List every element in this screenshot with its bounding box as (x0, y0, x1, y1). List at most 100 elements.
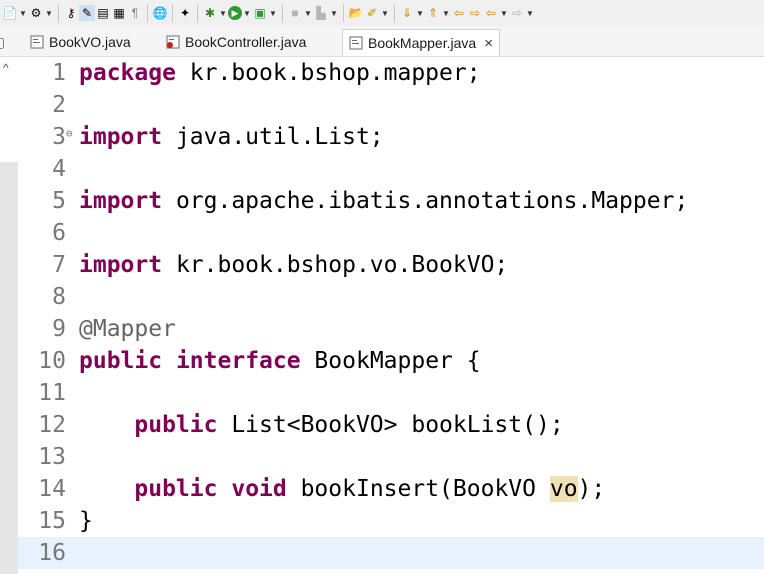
forward-dropdown[interactable]: ▼ (525, 9, 535, 18)
code-line[interactable]: 2 (18, 89, 764, 121)
code-text: package kr.book.bshop.mapper; (79, 57, 481, 89)
line-number: 6 (52, 220, 66, 246)
code-editor[interactable]: 1 package kr.book.bshop.mapper; 2 3 ⊖ import … (18, 57, 764, 574)
code-text: import java.util.List; (79, 121, 384, 153)
code-line[interactable]: 9 @Mapper (18, 313, 764, 345)
java-interface-file-icon (349, 36, 363, 50)
line-number: 8 (52, 284, 66, 310)
tab-bookcontroller[interactable]: BookController.java (166, 29, 306, 55)
keyword-token: import (79, 124, 163, 150)
keyword-token: void (231, 476, 287, 502)
last-edit-forward-icon[interactable]: ⇨ (467, 5, 483, 21)
code-text: import org.apache.ibatis.annotations.Map… (79, 185, 688, 217)
previous-annotation-icon[interactable]: ⇑ (425, 5, 441, 21)
line-number: 13 (38, 444, 66, 470)
line-number: 7 (52, 252, 66, 278)
toolbar-separator (172, 4, 173, 22)
toggle-mark-occurrences-icon[interactable]: ✎ (79, 5, 95, 21)
search-dropdown[interactable]: ▼ (380, 9, 390, 18)
fold-collapse-icon[interactable]: ⊖ (66, 128, 73, 140)
line-number: 9 (52, 316, 66, 342)
back-icon[interactable]: ⇦ (483, 5, 499, 21)
code-line[interactable]: 15} (18, 505, 764, 537)
keyword-token: public (134, 476, 218, 502)
new-wizard-icon[interactable]: ⚙ (28, 5, 44, 21)
code-text: public void bookInsert(BookVO vo); (79, 473, 605, 505)
side-panel-scroll-area (0, 162, 18, 574)
code-line[interactable]: 14 public void bookInsert(BookVO vo); (18, 473, 764, 505)
toolbar-separator (147, 4, 148, 22)
forward-icon[interactable]: ⇨ (509, 5, 525, 21)
code-line[interactable]: 1 package kr.book.bshop.mapper; (18, 57, 764, 89)
code-token: kr.book.bshop.mapper; (175, 60, 481, 86)
code-token: List<BookVO> bookList(); (217, 412, 564, 438)
server-dropdown[interactable]: ▼ (329, 9, 339, 18)
annotation-token: @Mapper (79, 316, 176, 342)
code-token: kr.book.bshop.vo.BookVO; (162, 252, 509, 278)
previous-annotation-dropdown[interactable]: ▼ (441, 9, 451, 18)
code-line[interactable]: 10 public interface BookMapper { (18, 345, 764, 377)
code-line[interactable]: 8 (18, 281, 764, 313)
code-line[interactable]: 6 (18, 217, 764, 249)
open-type-icon[interactable]: ⚷ (63, 5, 79, 21)
code-line[interactable]: 7 import kr.book.bshop.vo.BookVO; (18, 249, 764, 281)
keyword-token: public (79, 348, 163, 374)
open-task-icon[interactable]: 📂 (348, 5, 364, 21)
server-icon[interactable]: ▙ (313, 5, 329, 21)
new-icon[interactable]: 📄 (2, 5, 18, 21)
show-whitespace-icon[interactable]: ¶ (127, 5, 143, 21)
run-dropdown[interactable]: ▼ (242, 9, 252, 18)
line-number: 3 (52, 124, 66, 150)
browser-icon[interactable]: 🌐 (152, 5, 168, 21)
coverage-icon[interactable]: ▣ (252, 5, 268, 21)
code-token: } (79, 508, 93, 534)
external-tools-icon[interactable]: ✦ (177, 5, 193, 21)
line-number: 11 (38, 380, 66, 406)
code-line[interactable]: 11 (18, 377, 764, 409)
new-dropdown[interactable]: ▼ (18, 9, 28, 18)
code-text: @Mapper (79, 313, 176, 345)
line-number: 14 (38, 476, 66, 502)
code-line[interactable]: 13 (18, 441, 764, 473)
block-selection-icon[interactable]: ▤ (95, 5, 111, 21)
stop-dropdown[interactable]: ▼ (303, 9, 313, 18)
toolbar-separator (197, 4, 198, 22)
close-icon[interactable]: × (484, 35, 493, 52)
new-wizard-dropdown[interactable]: ▼ (44, 9, 54, 18)
coverage-dropdown[interactable]: ▼ (268, 9, 278, 18)
last-edit-icon[interactable]: ⇦ (451, 5, 467, 21)
toolbar-separator (343, 4, 344, 22)
keyword-token: interface (175, 348, 301, 374)
code-text: } (79, 505, 93, 537)
run-icon[interactable]: ▶ (228, 6, 242, 20)
debug-dropdown[interactable]: ▼ (218, 9, 228, 18)
line-number: 15 (38, 508, 66, 534)
debug-icon[interactable]: ✱ (202, 5, 218, 21)
java-file-icon (30, 35, 44, 49)
next-annotation-dropdown[interactable]: ▼ (415, 9, 425, 18)
code-token: org.apache.ibatis.annotations.Mapper; (162, 188, 689, 214)
editor-tab-bar: ▢ BookVO.java BookController.java BookMa… (0, 26, 764, 57)
back-dropdown[interactable]: ▼ (499, 9, 509, 18)
code-line[interactable]: 16 (18, 537, 764, 569)
code-line[interactable]: 4 (18, 153, 764, 185)
toolbar-separator (282, 4, 283, 22)
next-annotation-icon[interactable]: ⇓ (399, 5, 415, 21)
code-line[interactable]: 5 import org.apache.ibatis.annotations.Ma… (18, 185, 764, 217)
tab-bookvo[interactable]: BookVO.java (30, 29, 131, 55)
line-number: 1 (52, 60, 66, 86)
line-number: 4 (52, 156, 66, 182)
code-line[interactable]: 3 ⊖ import java.util.List; (18, 121, 764, 153)
code-line[interactable]: 12 public List<BookVO> bookList(); (18, 409, 764, 441)
panel-edge-icon: ▢ (0, 29, 5, 55)
tab-label: BookVO.java (49, 34, 131, 50)
search-icon[interactable]: ✐ (364, 5, 380, 21)
tab-bookmapper[interactable]: BookMapper.java × (342, 29, 500, 56)
keyword-token: package (79, 60, 176, 86)
chevron-up-icon[interactable]: ^ (3, 61, 9, 75)
line-number: 12 (38, 412, 66, 438)
word-wrap-icon[interactable]: ▦ (111, 5, 127, 21)
stop-icon[interactable]: ■ (287, 5, 303, 21)
